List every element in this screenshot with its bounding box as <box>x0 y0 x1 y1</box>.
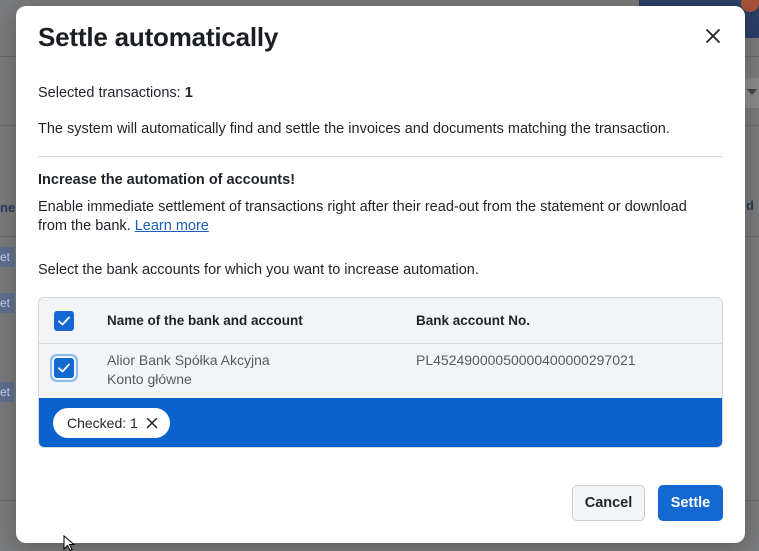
mouse-pointer-icon <box>63 535 76 551</box>
learn-more-link[interactable]: Learn more <box>135 218 209 234</box>
selected-transactions-label: Selected transactions: <box>38 85 181 101</box>
table-header: Name of the bank and account Bank accoun… <box>39 298 722 344</box>
bank-name: Alior Bank Spółka Akcyjna <box>107 352 270 368</box>
selection-bar: Checked: 1 <box>39 398 722 447</box>
column-account-no[interactable]: Bank account No. <box>416 313 530 328</box>
settle-button[interactable]: Settle <box>658 485 723 521</box>
checked-count-label: Checked: 1 <box>67 415 138 431</box>
background-header-fragment: d <box>746 198 754 213</box>
dialog-title: Settle automatically <box>38 22 279 52</box>
automation-title: Increase the automation of accounts! <box>38 172 296 188</box>
dialog-description: The system will automatically find and s… <box>38 121 670 137</box>
background-row-fragment: et <box>0 247 14 267</box>
background-row-fragment: et <box>0 382 14 402</box>
settle-automatically-dialog: Settle automatically Selected transactio… <box>16 6 745 543</box>
selected-transactions: Selected transactions: 1 <box>38 85 193 101</box>
selected-transactions-count: 1 <box>184 85 193 101</box>
close-icon <box>706 29 720 43</box>
background-row-fragment: et <box>0 293 14 313</box>
table-row[interactable]: Alior Bank Spółka Akcyjna Konto główne P… <box>39 345 722 399</box>
select-all-checkbox[interactable] <box>54 311 74 331</box>
check-icon <box>58 316 70 326</box>
row-checkbox[interactable] <box>50 354 78 382</box>
divider <box>38 156 723 157</box>
checked-count-chip[interactable]: Checked: 1 <box>53 408 170 438</box>
background-dropdown <box>743 78 759 108</box>
account-name: Konto główne <box>107 371 192 387</box>
account-number: PL45249000050000400000297021 <box>416 352 636 368</box>
chevron-down-icon <box>747 89 757 95</box>
bank-accounts-table: Name of the bank and account Bank accoun… <box>38 297 723 448</box>
check-icon <box>58 363 70 373</box>
x-icon[interactable] <box>146 417 158 429</box>
close-button[interactable] <box>701 24 725 48</box>
cancel-button[interactable]: Cancel <box>572 485 645 521</box>
select-accounts-prompt: Select the bank accounts for which you w… <box>38 262 479 278</box>
background-header-fragment: ne <box>0 200 16 215</box>
column-bank-name[interactable]: Name of the bank and account <box>107 313 303 328</box>
automation-description: Enable immediate settlement of transacti… <box>38 198 718 236</box>
